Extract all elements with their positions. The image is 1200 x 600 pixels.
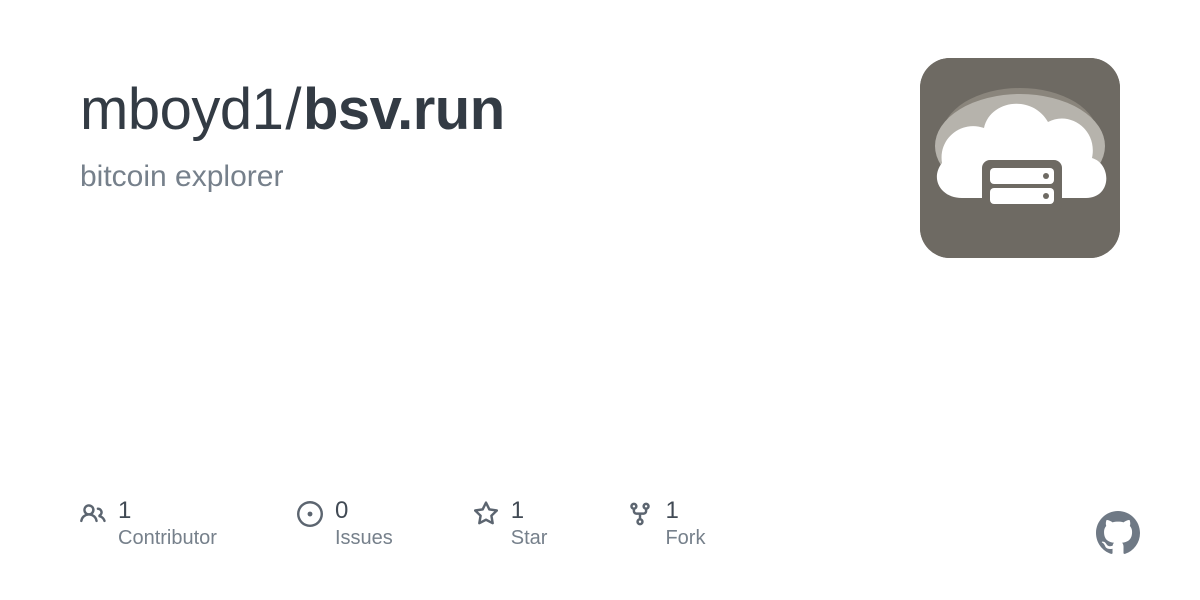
forks-label: Fork: [665, 527, 705, 550]
avatar[interactable]: [920, 58, 1120, 258]
stars-label: Star: [511, 527, 548, 550]
cloud-server-icon: [920, 58, 1120, 258]
stats-row: 1 Contributor 0 Issues 1 Star: [80, 499, 705, 550]
repo-description: bitcoin explorer: [80, 160, 920, 194]
contributors-label: Contributor: [118, 527, 217, 550]
issues-count: 0: [335, 499, 393, 523]
fork-icon: [627, 501, 653, 527]
issue-icon: [297, 501, 323, 527]
forks-count: 1: [665, 499, 705, 523]
repo-title[interactable]: mboyd1/bsv.run: [80, 78, 920, 142]
repo-name[interactable]: bsv.run: [303, 77, 505, 142]
contributors-count: 1: [118, 499, 217, 523]
star-icon: [473, 501, 499, 527]
stat-contributors[interactable]: 1 Contributor: [80, 499, 217, 550]
issues-label: Issues: [335, 527, 393, 550]
repo-card: mboyd1/bsv.run bitcoin explorer: [0, 0, 1200, 600]
stars-count: 1: [511, 499, 548, 523]
title-row: mboyd1/bsv.run bitcoin explorer: [80, 78, 1120, 258]
title-block: mboyd1/bsv.run bitcoin explorer: [80, 78, 920, 194]
repo-owner[interactable]: mboyd1: [80, 77, 283, 142]
stat-forks[interactable]: 1 Fork: [627, 499, 705, 550]
separator: /: [285, 77, 301, 142]
github-mark-icon[interactable]: [1096, 511, 1140, 555]
people-icon: [80, 501, 106, 527]
stat-issues[interactable]: 0 Issues: [297, 499, 393, 550]
stat-stars[interactable]: 1 Star: [473, 499, 548, 550]
